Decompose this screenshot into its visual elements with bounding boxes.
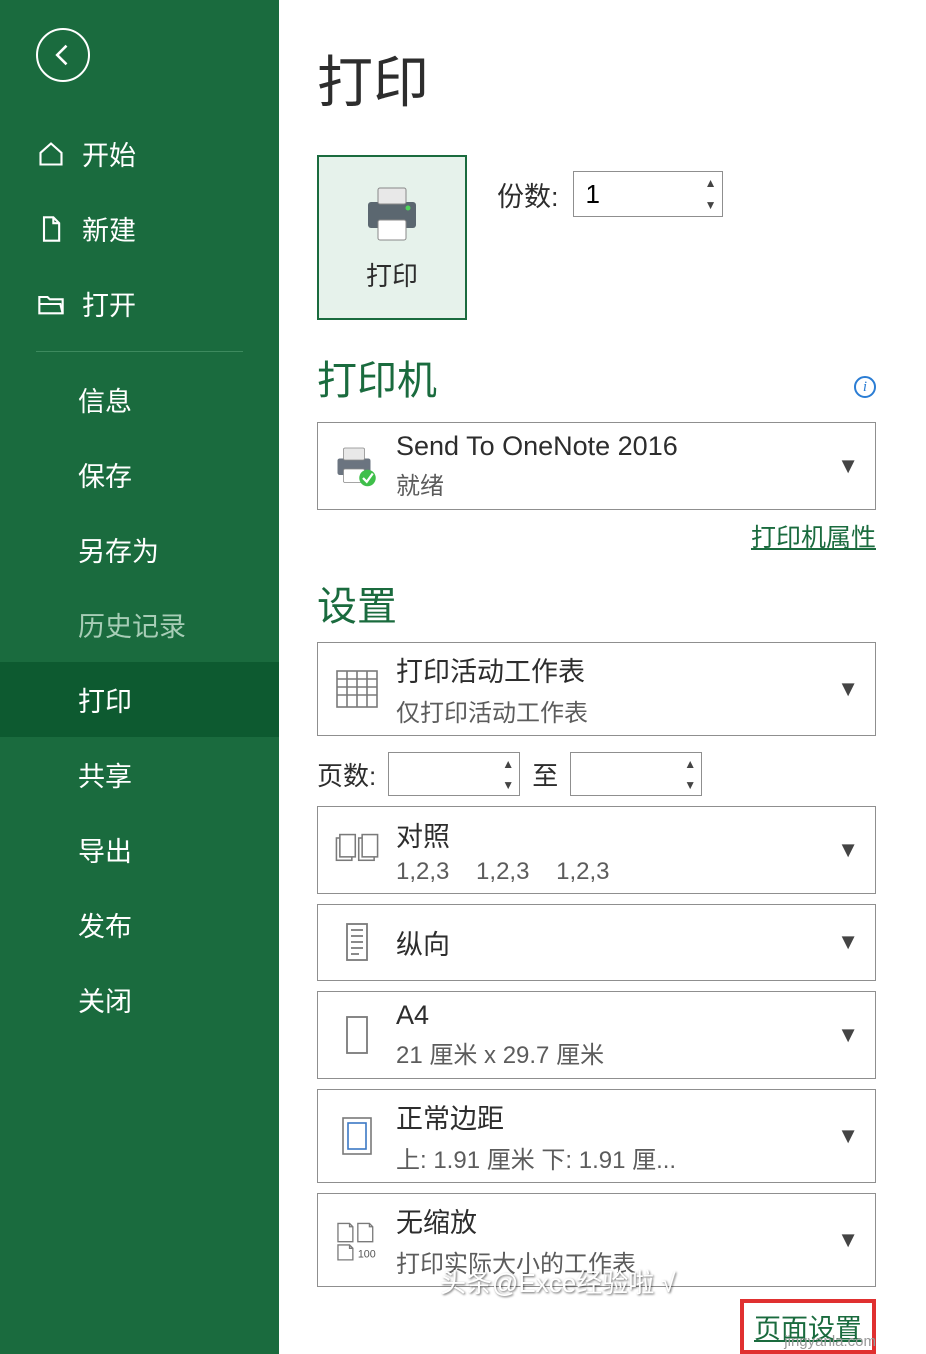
paper-icon: [328, 1005, 386, 1065]
label: 打开: [82, 284, 136, 323]
printer-text: Send To OneNote 2016 就绪: [396, 431, 831, 501]
collate-icon: [328, 820, 386, 880]
spinner-buttons: ▲ ▼: [700, 172, 722, 216]
paper-sub: 21 厘米 x 29.7 厘米: [396, 1035, 831, 1070]
printer-name: Send To OneNote 2016: [396, 431, 831, 462]
margins-sub: 上: 1.91 厘米 下: 1.91 厘...: [396, 1140, 831, 1175]
sidebar-item-home[interactable]: 开始: [0, 116, 279, 191]
label: 导出: [78, 830, 132, 869]
back-button[interactable]: [36, 28, 90, 82]
copies-spinner[interactable]: ▲ ▼: [573, 171, 723, 217]
sidebar-item-save[interactable]: 保存: [0, 437, 279, 512]
settings-section-title: 设置: [317, 574, 876, 632]
orientation-title: 纵向: [396, 923, 831, 962]
sidebar-item-publish[interactable]: 发布: [0, 887, 279, 962]
print-scope-dropdown[interactable]: 打印活动工作表 仅打印活动工作表 ▼: [317, 642, 876, 736]
orientation-dropdown[interactable]: 纵向 ▼: [317, 904, 876, 981]
copies-row: 份数: ▲ ▼: [497, 171, 723, 217]
scaling-icon: 100: [328, 1210, 386, 1270]
scaling-title: 无缩放: [396, 1201, 831, 1240]
sidebar-item-new[interactable]: 新建: [0, 191, 279, 266]
paper-title: A4: [396, 1000, 831, 1031]
printer-status-icon: [328, 436, 386, 496]
print-button-label: 打印: [366, 256, 418, 293]
label: 信息: [78, 380, 132, 419]
pages-row: 页数: ▲▼ 至 ▲▼: [317, 752, 876, 796]
arrow-left-icon: [49, 41, 77, 69]
folder-open-icon: [36, 289, 66, 319]
chevron-down-icon: ▼: [831, 1227, 865, 1253]
printer-properties-row: 打印机属性: [317, 518, 876, 554]
sidebar-item-info[interactable]: 信息: [0, 362, 279, 437]
sidebar-item-close[interactable]: 关闭: [0, 962, 279, 1037]
collate-dropdown[interactable]: 对照 1,2,3 1,2,3 1,2,3 ▼: [317, 806, 876, 894]
printer-dropdown[interactable]: Send To OneNote 2016 就绪 ▼: [317, 422, 876, 510]
printer-properties-link[interactable]: 打印机属性: [751, 524, 876, 552]
printer-status: 就绪: [396, 466, 831, 501]
print-button[interactable]: 打印: [317, 155, 467, 320]
chevron-down-icon: ▼: [831, 453, 865, 479]
scope-title: 打印活动工作表: [396, 650, 831, 689]
spinner-down[interactable]: ▼: [497, 774, 519, 795]
sidebar-item-saveas[interactable]: 另存为: [0, 512, 279, 587]
collate-title: 对照: [396, 815, 831, 854]
svg-text:100: 100: [358, 1248, 376, 1260]
label: 历史记录: [78, 605, 186, 644]
spinner-up[interactable]: ▲: [497, 753, 519, 774]
copies-label: 份数:: [497, 175, 559, 214]
backstage-sidebar: 开始 新建 打开 信息 保存 另存为 历史记录 打印 共享 导出 发布 关闭: [0, 0, 279, 1354]
label: 发布: [78, 905, 132, 944]
sidebar-item-share[interactable]: 共享: [0, 737, 279, 812]
spinner-down[interactable]: ▼: [679, 774, 701, 795]
chevron-down-icon: ▼: [831, 837, 865, 863]
label: 开始: [82, 134, 136, 173]
watermark-overlay: 头条@Exce经验啦 √: [440, 1263, 676, 1300]
chevron-down-icon: ▼: [831, 929, 865, 955]
pages-to-spinner[interactable]: ▲▼: [570, 752, 702, 796]
scope-sub: 仅打印活动工作表: [396, 693, 831, 728]
collate-sub: 1,2,3 1,2,3 1,2,3: [396, 858, 831, 886]
label: 另存为: [78, 530, 159, 569]
home-icon: [36, 139, 66, 169]
spinner-up[interactable]: ▲: [700, 172, 722, 194]
sidebar-item-history: 历史记录: [0, 587, 279, 662]
margins-title: 正常边距: [396, 1097, 831, 1136]
worksheet-icon: [328, 659, 386, 719]
spinner-down[interactable]: ▼: [700, 194, 722, 216]
pages-from-label: 页数:: [317, 756, 376, 793]
pages-to-label: 至: [532, 756, 558, 793]
info-icon[interactable]: i: [854, 376, 876, 398]
margins-icon: [328, 1106, 386, 1166]
pages-from-spinner[interactable]: ▲▼: [388, 752, 520, 796]
sidebar-item-open[interactable]: 打开: [0, 266, 279, 341]
print-panel: 打印 打印 份数: ▲ ▼ 打印机 i: [279, 0, 926, 1354]
page-title: 打印: [317, 38, 876, 119]
spinner-up[interactable]: ▲: [679, 753, 701, 774]
paper-dropdown[interactable]: A4 21 厘米 x 29.7 厘米 ▼: [317, 991, 876, 1079]
chevron-down-icon: ▼: [831, 1123, 865, 1149]
label: 打印: [78, 680, 132, 719]
sidebar-item-print[interactable]: 打印: [0, 662, 279, 737]
printer-section-head: 打印机 i: [317, 348, 876, 406]
watermark-corner: jingyanla.com: [784, 1333, 876, 1350]
new-file-icon: [36, 214, 66, 244]
sidebar-divider: [36, 351, 243, 352]
print-row: 打印 份数: ▲ ▼: [317, 155, 876, 320]
printer-section-title: 打印机: [317, 348, 437, 406]
label: 新建: [82, 209, 136, 248]
label: 关闭: [78, 980, 132, 1019]
chevron-down-icon: ▼: [831, 676, 865, 702]
chevron-down-icon: ▼: [831, 1022, 865, 1048]
sidebar-item-export[interactable]: 导出: [0, 812, 279, 887]
label: 共享: [78, 755, 132, 794]
printer-icon: [360, 182, 424, 246]
portrait-icon: [328, 912, 386, 972]
label: 保存: [78, 455, 132, 494]
margins-dropdown[interactable]: 正常边距 上: 1.91 厘米 下: 1.91 厘... ▼: [317, 1089, 876, 1183]
